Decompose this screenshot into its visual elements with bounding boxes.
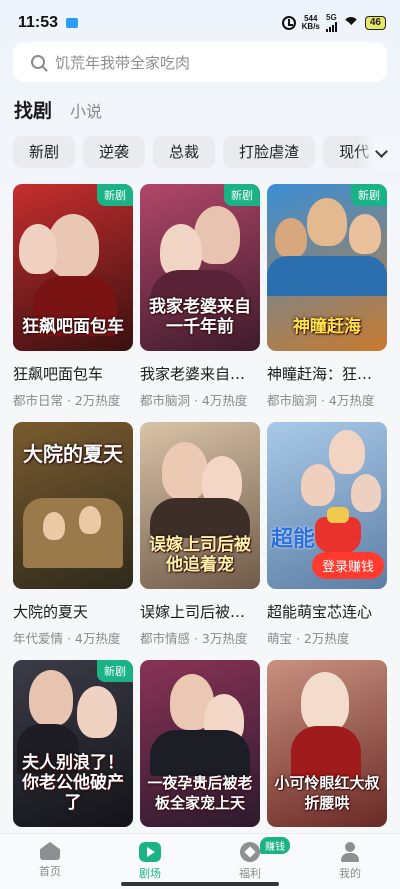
drama-title: 大院的夏天 xyxy=(13,603,89,621)
new-badge: 新剧 xyxy=(224,184,260,206)
status-time: 11:53 xyxy=(18,14,59,31)
chevron-down-icon xyxy=(375,144,388,158)
drama-meta: 都市脑洞 · 4万热度 xyxy=(267,393,375,408)
drama-meta: 萌宝 · 2万热度 xyxy=(267,631,350,646)
drama-meta: 年代爱情 · 4万热度 xyxy=(13,631,121,646)
theater-icon xyxy=(139,842,161,862)
drama-title: 神瞳赶海：狂… xyxy=(267,365,373,383)
expand-filters-button[interactable] xyxy=(356,136,400,170)
nav-label: 福利 xyxy=(239,867,261,880)
network-speed: 544 KB/s xyxy=(302,15,320,31)
drama-poster: 大院的夏天 xyxy=(13,422,133,589)
status-icons: 544 KB/s 5G 46 xyxy=(281,13,386,32)
drama-poster: 我家老婆来自一千年前 新剧 xyxy=(140,184,260,351)
filter-chip-revenge[interactable]: 打脸虐渣 xyxy=(223,136,316,168)
status-bar: 11:53 544 KB/s 5G 46 xyxy=(0,0,400,46)
network-type: 5G xyxy=(326,13,337,22)
nav-profile[interactable]: 我的 xyxy=(300,834,400,889)
drama-title: 狂飙吧面包车 xyxy=(13,365,104,383)
search-bar[interactable]: 饥荒年我带全家吃肉 xyxy=(13,42,387,82)
search-icon xyxy=(31,55,45,69)
poster-title: 超能 xyxy=(271,526,316,552)
drama-poster: 一夜孕贵后被老板全家宠上天 xyxy=(140,660,260,827)
drama-poster: 超能 登录赚钱 xyxy=(267,422,387,589)
search-placeholder: 饥荒年我带全家吃肉 xyxy=(55,53,191,72)
drama-poster: 神瞳赶海 新剧 xyxy=(267,184,387,351)
new-badge: 新剧 xyxy=(97,184,133,206)
tab-novel[interactable]: 小说 xyxy=(70,98,102,122)
drama-title: 超能萌宝芯连心 xyxy=(267,603,373,621)
filter-chip-new[interactable]: 新剧 xyxy=(13,136,76,168)
drama-title: 我家老婆来自… xyxy=(140,365,246,383)
filter-chip-ceo[interactable]: 总裁 xyxy=(153,136,216,168)
drama-meta: 都市脑洞 · 4万热度 xyxy=(140,393,248,408)
drama-poster: 夫人别浪了！你老公他破产了 新剧 xyxy=(13,660,133,827)
new-badge: 新剧 xyxy=(351,184,387,206)
signal-icon: 5G xyxy=(325,13,337,32)
poster-title: 狂飙吧面包车 xyxy=(22,317,124,337)
drama-card[interactable]: 超能 登录赚钱 超能萌宝芯连心 萌宝 · 2万热度 xyxy=(267,422,387,660)
bottom-nav: 首页 剧场 赚钱 福利 我的 xyxy=(0,833,400,889)
drama-meta: 都市日常 · 2万热度 xyxy=(13,393,121,408)
welfare-icon xyxy=(240,842,260,862)
drama-meta: 都市情感 · 3万热度 xyxy=(140,631,248,646)
network-speed-unit: KB/s xyxy=(301,22,320,31)
poster-title: 误嫁上司后被他追着宠 xyxy=(149,535,251,575)
drama-poster: 小可怜眼红大叔折腰哄 xyxy=(267,660,387,827)
login-earn-button[interactable]: 登录赚钱 xyxy=(312,552,385,579)
drama-card[interactable]: 神瞳赶海 新剧 神瞳赶海：狂… 都市脑洞 · 4万热度 xyxy=(267,184,387,422)
home-icon xyxy=(40,842,60,860)
poster-title: 大院的夏天 xyxy=(23,442,123,466)
new-badge: 新剧 xyxy=(97,660,133,682)
poster-title: 夫人别浪了！你老公他破产了 xyxy=(22,753,124,813)
nav-label: 首页 xyxy=(39,865,61,878)
drama-poster: 狂飙吧面包车 新剧 xyxy=(13,184,133,351)
nav-home[interactable]: 首页 xyxy=(0,834,100,889)
app-notification-icon xyxy=(66,18,79,28)
alarm-icon xyxy=(281,16,296,30)
battery-icon: 46 xyxy=(364,16,386,30)
drama-card[interactable]: 我家老婆来自一千年前 新剧 我家老婆来自… 都市脑洞 · 4万热度 xyxy=(140,184,260,422)
red-packet-icon xyxy=(315,507,361,553)
nav-theater[interactable]: 剧场 xyxy=(100,834,200,889)
drama-grid: 狂飙吧面包车 新剧 狂飙吧面包车 都市日常 · 2万热度 我家老婆来自一千年前 … xyxy=(13,184,387,889)
drama-card[interactable]: 狂飙吧面包车 新剧 狂飙吧面包车 都市日常 · 2万热度 xyxy=(13,184,133,422)
wifi-icon xyxy=(343,17,359,29)
poster-title: 小可怜眼红大叔折腰哄 xyxy=(274,774,380,812)
home-indicator xyxy=(121,882,279,886)
content-tabs: 找剧 小说 xyxy=(14,96,102,123)
nav-welfare[interactable]: 赚钱 福利 xyxy=(200,834,300,889)
poster-title: 一夜孕贵后被老板全家宠上天 xyxy=(147,774,253,812)
poster-title: 我家老婆来自一千年前 xyxy=(149,297,251,337)
tab-find-drama[interactable]: 找剧 xyxy=(14,96,52,123)
drama-title: 误嫁上司后被… xyxy=(140,603,246,621)
drama-poster: 误嫁上司后被他追着宠 xyxy=(140,422,260,589)
profile-icon xyxy=(340,842,360,862)
drama-card[interactable]: 误嫁上司后被他追着宠 误嫁上司后被… 都市情感 · 3万热度 xyxy=(140,422,260,660)
nav-label: 我的 xyxy=(339,867,361,880)
nav-label: 剧场 xyxy=(139,867,161,880)
filter-chips: 新剧 逆袭 总裁 打脸虐渣 现代 xyxy=(13,136,400,170)
drama-card[interactable]: 大院的夏天 大院的夏天 年代爱情 · 4万热度 xyxy=(13,422,133,660)
poster-title: 神瞳赶海 xyxy=(293,317,361,337)
earn-badge: 赚钱 xyxy=(260,837,290,854)
filter-chip-comeback[interactable]: 逆袭 xyxy=(83,136,146,168)
